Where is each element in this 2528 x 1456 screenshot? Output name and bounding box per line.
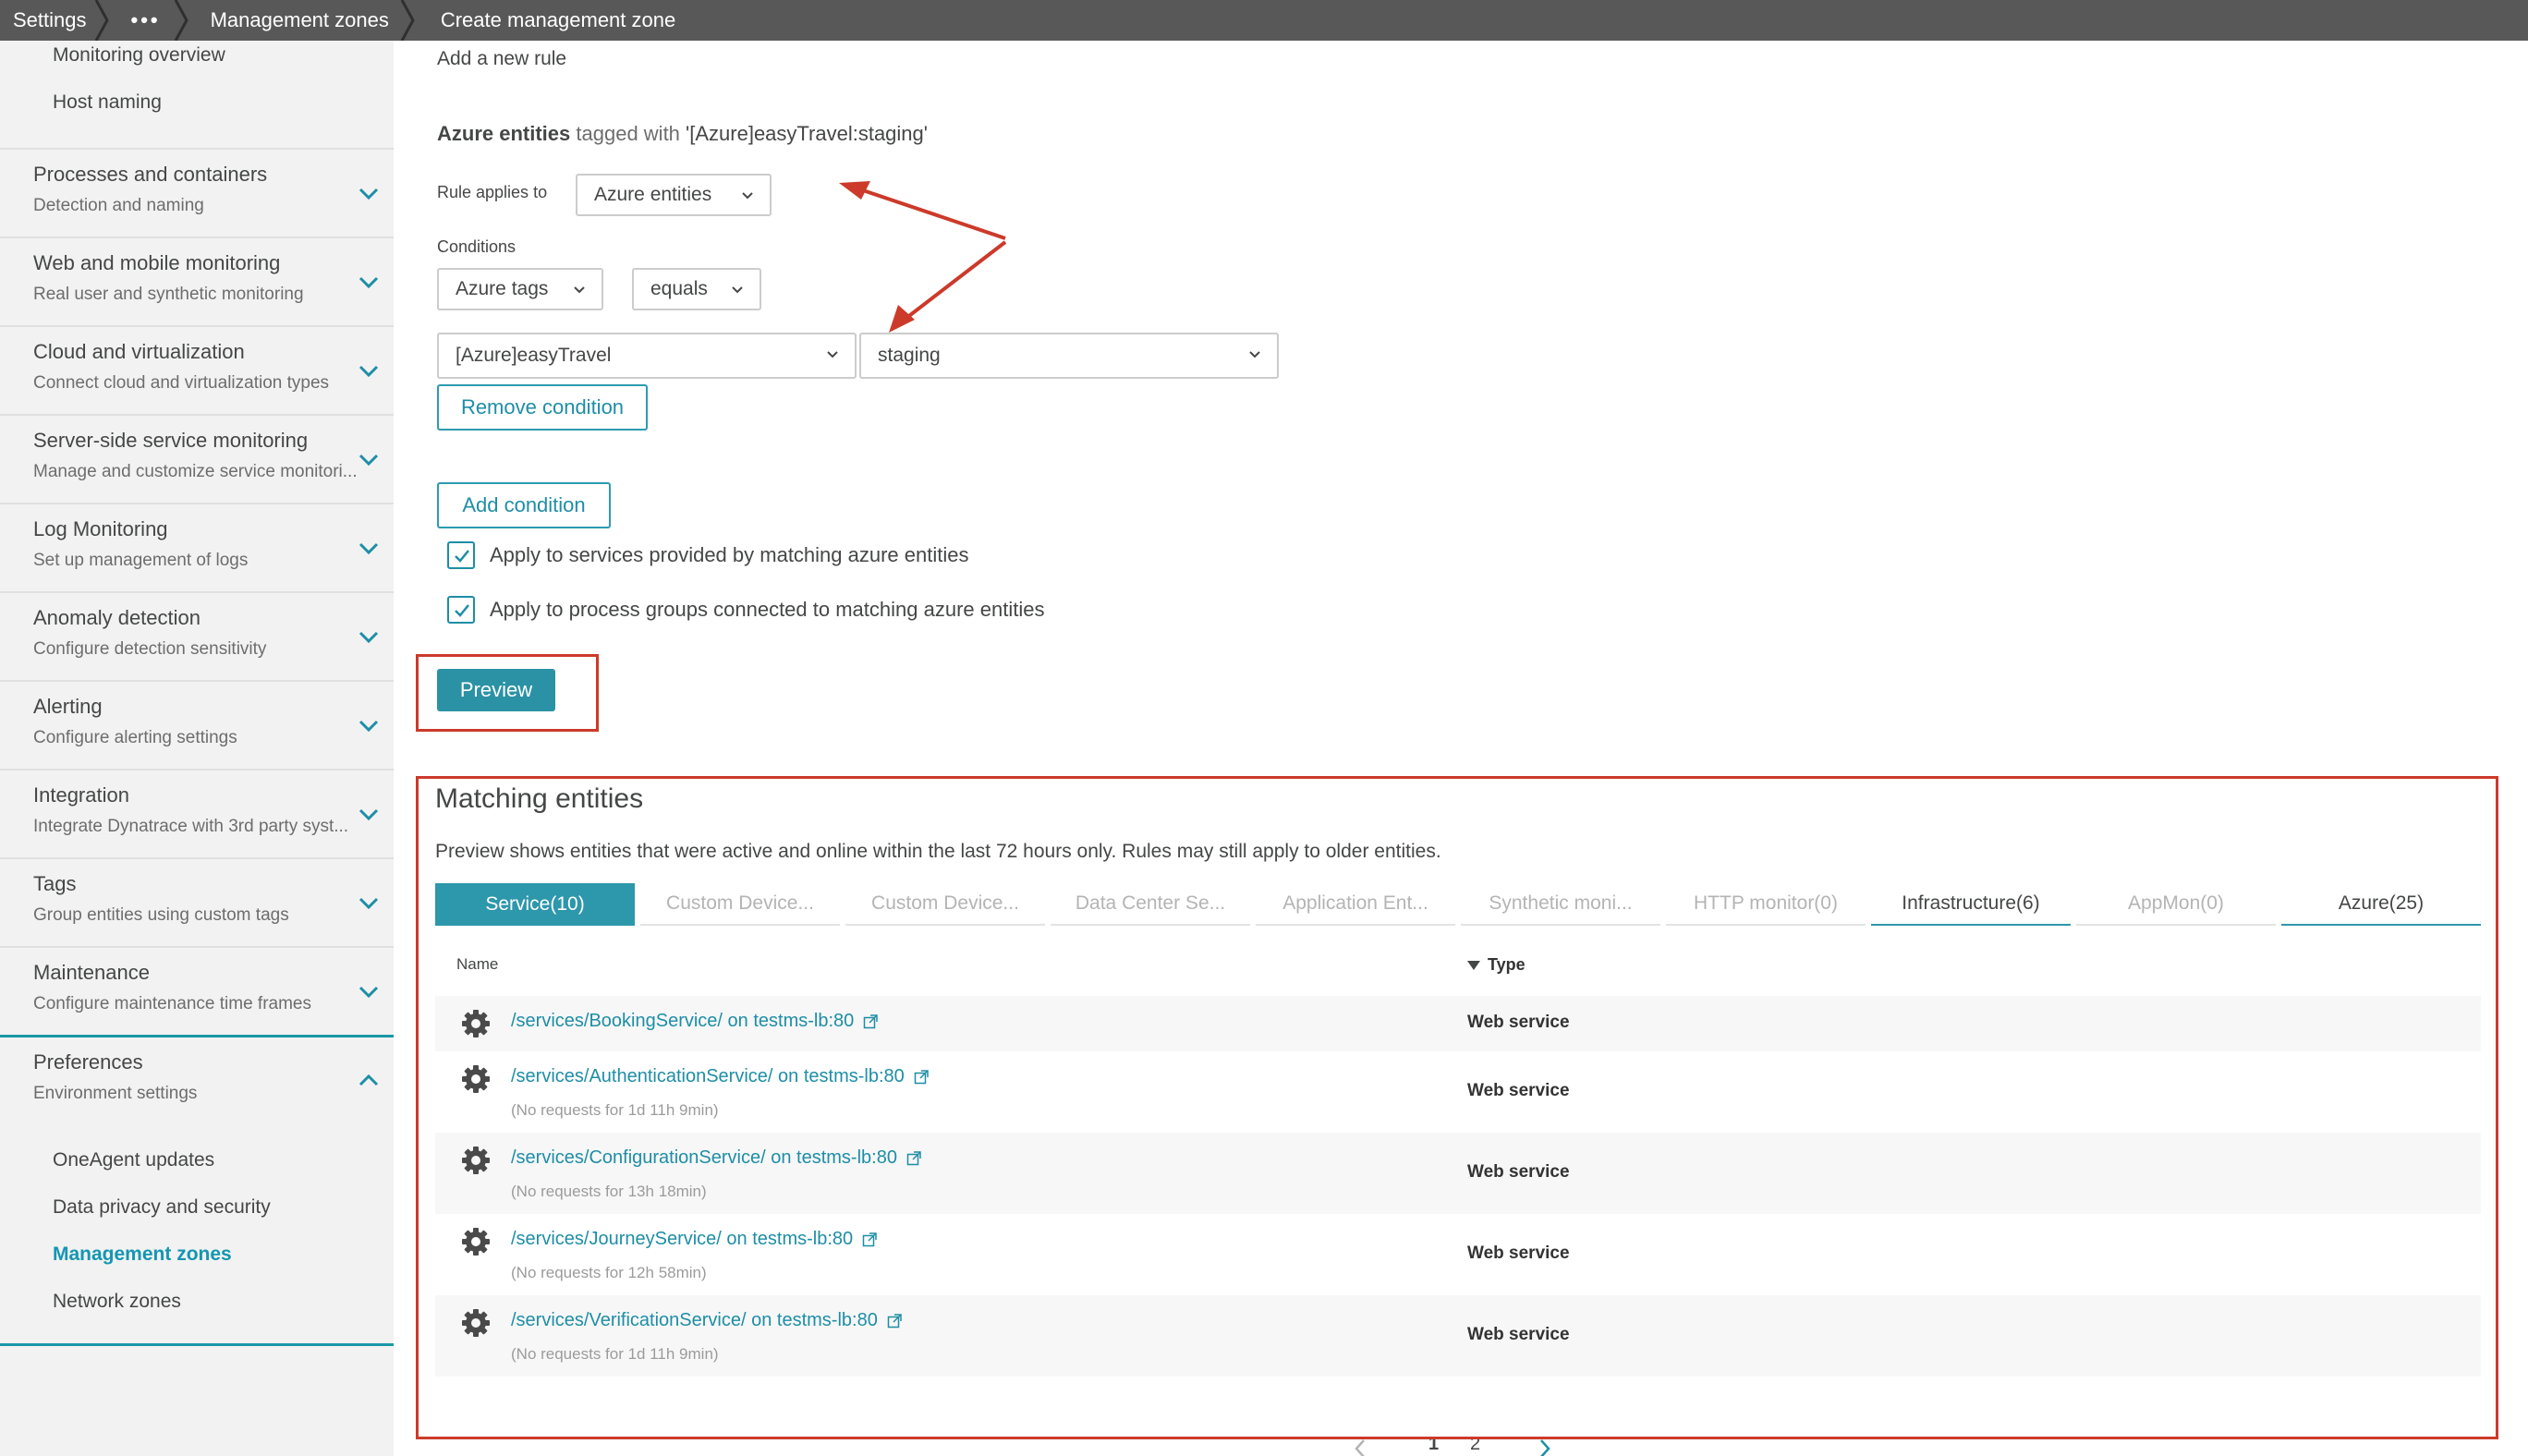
sidebar-group-alerting[interactable]: Alerting Configure alerting settings	[0, 680, 394, 769]
pagination-prev-icon[interactable]	[1353, 1438, 1367, 1456]
condition-operator-dropdown[interactable]: equals	[632, 268, 761, 310]
sidebar-group-title: Web and mobile monitoring	[33, 251, 281, 274]
chevron-down-icon	[359, 542, 379, 555]
apply-process-groups-label: Apply to process groups connected to mat…	[490, 598, 1045, 621]
sidebar-group-preferences[interactable]: Preferences Environment settings	[0, 1035, 394, 1123]
sidebar-group-maintenance[interactable]: Maintenance Configure maintenance time f…	[0, 946, 394, 1035]
chevron-down-icon	[574, 286, 585, 294]
sidebar-group-title: Server-side service monitoring	[33, 429, 309, 452]
sidebar-group-processes[interactable]: Processes and containers Detection and n…	[0, 148, 394, 237]
sidebar-group-cloud[interactable]: Cloud and virtualization Connect cloud a…	[0, 325, 394, 414]
breadcrumb-management-zones[interactable]: Management zones	[187, 0, 415, 41]
sidebar-group-desc: Set up management of logs	[33, 551, 249, 570]
sidebar-group-desc: Detection and naming	[33, 196, 204, 215]
dropdown-value: staging	[878, 345, 941, 366]
conditions-label: Conditions	[437, 237, 517, 256]
breadcrumb-label: Settings	[13, 8, 87, 31]
dropdown-value: [Azure]easyTravel	[456, 345, 612, 366]
sidebar-group-desc: Configure alerting settings	[33, 728, 237, 747]
sidebar-group-integration[interactable]: Integration Integrate Dynatrace with 3rd…	[0, 769, 394, 857]
sidebar-group-title: Cloud and virtualization	[33, 340, 245, 363]
rule-applies-dropdown[interactable]: Azure entities	[576, 174, 772, 216]
sidebar-item-oneagent-updates[interactable]: OneAgent updates	[53, 1149, 214, 1171]
breadcrumb-settings[interactable]: Settings	[0, 0, 109, 41]
sidebar-group-tags[interactable]: Tags Group entities using custom tags	[0, 857, 394, 946]
settings-sidebar: Monitoring overview Host naming Processe…	[0, 41, 394, 1456]
condition-key-dropdown[interactable]: [Azure]easyTravel	[437, 333, 857, 379]
rule-summary: Azure entities tagged with '[Azure]easyT…	[437, 122, 928, 146]
apply-services-label: Apply to services provided by matching a…	[490, 543, 969, 566]
dropdown-value: Azure tags	[456, 278, 549, 299]
rule-summary-entity: Azure entities	[437, 122, 571, 145]
sidebar-group-anomaly-detection[interactable]: Anomaly detection Configure detection se…	[0, 591, 394, 680]
checkmark-icon	[455, 604, 469, 617]
chevron-down-icon	[359, 188, 379, 200]
sidebar-group-title: Log Monitoring	[33, 517, 168, 540]
sidebar-group-web-mobile[interactable]: Web and mobile monitoring Real user and …	[0, 237, 394, 325]
checkmark-icon	[455, 550, 469, 563]
pagination-next-icon[interactable]	[1537, 1438, 1552, 1456]
chevron-down-icon	[359, 276, 379, 289]
chevron-down-icon	[1249, 351, 1260, 358]
chevron-down-icon	[732, 286, 743, 294]
breadcrumb: Settings ••• Management zones Create man…	[0, 0, 2528, 41]
breadcrumb-current: Create management zone	[413, 0, 696, 41]
add-rule-heading: Add a new rule	[437, 48, 567, 69]
sidebar-group-desc: Connect cloud and virtualization types	[33, 373, 330, 393]
sidebar-group-title: Preferences	[33, 1050, 143, 1074]
sidebar-group-title: Tags	[33, 872, 77, 895]
add-condition-button[interactable]: Add condition	[437, 482, 611, 528]
sidebar-group-title: Processes and containers	[33, 163, 268, 186]
apply-process-groups-checkbox[interactable]	[447, 596, 475, 624]
breadcrumb-label: Management zones	[210, 8, 389, 31]
annotation-preview-highlight	[416, 654, 599, 732]
chevron-down-icon	[359, 365, 379, 378]
sidebar-group-server-side[interactable]: Server-side service monitoring Manage an…	[0, 414, 394, 503]
chevron-down-icon	[359, 631, 379, 644]
chevron-down-icon	[359, 808, 379, 821]
sidebar-group-desc: Group entities using custom tags	[33, 905, 289, 925]
chevron-down-icon	[359, 720, 379, 733]
apply-services-checkbox-row[interactable]: Apply to services provided by matching a…	[447, 541, 968, 569]
breadcrumb-label: Create management zone	[440, 8, 676, 31]
sidebar-group-desc: Configure detection sensitivity	[33, 639, 267, 659]
sidebar-group-title: Anomaly detection	[33, 606, 201, 629]
rule-summary-value: '[Azure]easyTravel:staging'	[686, 122, 928, 145]
breadcrumb-label: •••	[130, 8, 161, 31]
sidebar-section-divider	[0, 1343, 394, 1346]
chevron-down-icon	[827, 351, 838, 358]
sidebar-item-host-naming[interactable]: Host naming	[53, 91, 162, 114]
dropdown-value: equals	[650, 278, 708, 299]
apply-process-groups-checkbox-row[interactable]: Apply to process groups connected to mat…	[447, 596, 1044, 624]
chevron-up-icon	[359, 1074, 379, 1086]
sidebar-group-desc: Real user and synthetic monitoring	[33, 285, 304, 304]
sidebar-group-title: Maintenance	[33, 961, 150, 984]
apply-services-checkbox[interactable]	[447, 541, 475, 569]
dropdown-value: Azure entities	[594, 184, 712, 205]
sidebar-group-desc: Manage and customize service monitori...	[33, 462, 358, 481]
rule-applies-label: Rule applies to	[437, 183, 548, 201]
sidebar-group-desc: Configure maintenance time frames	[33, 994, 311, 1013]
sidebar-group-title: Alerting	[33, 695, 103, 718]
sidebar-group-title: Integration	[33, 783, 129, 807]
sidebar-item-monitoring-overview[interactable]: Monitoring overview	[53, 44, 225, 67]
sidebar-item-network-zones[interactable]: Network zones	[53, 1291, 181, 1313]
sidebar-group-desc: Integrate Dynatrace with 3rd party syst.…	[33, 817, 349, 836]
remove-condition-button[interactable]: Remove condition	[437, 384, 648, 431]
chevron-down-icon	[359, 986, 379, 999]
annotation-matching-entities-highlight	[416, 776, 2498, 1439]
sidebar-group-log-monitoring[interactable]: Log Monitoring Set up management of logs	[0, 503, 394, 591]
chevron-down-icon	[742, 192, 753, 200]
sidebar-group-desc: Environment settings	[33, 1084, 198, 1103]
chevron-down-icon	[359, 454, 379, 467]
condition-value-dropdown[interactable]: staging	[859, 333, 1279, 379]
sidebar-item-data-privacy[interactable]: Data privacy and security	[53, 1196, 271, 1219]
chevron-down-icon	[359, 897, 379, 910]
sidebar-item-management-zones[interactable]: Management zones	[53, 1244, 232, 1266]
breadcrumb-more[interactable]: •••	[107, 0, 188, 41]
condition-field-dropdown[interactable]: Azure tags	[437, 268, 603, 310]
rule-summary-tagged: tagged with	[576, 122, 680, 145]
